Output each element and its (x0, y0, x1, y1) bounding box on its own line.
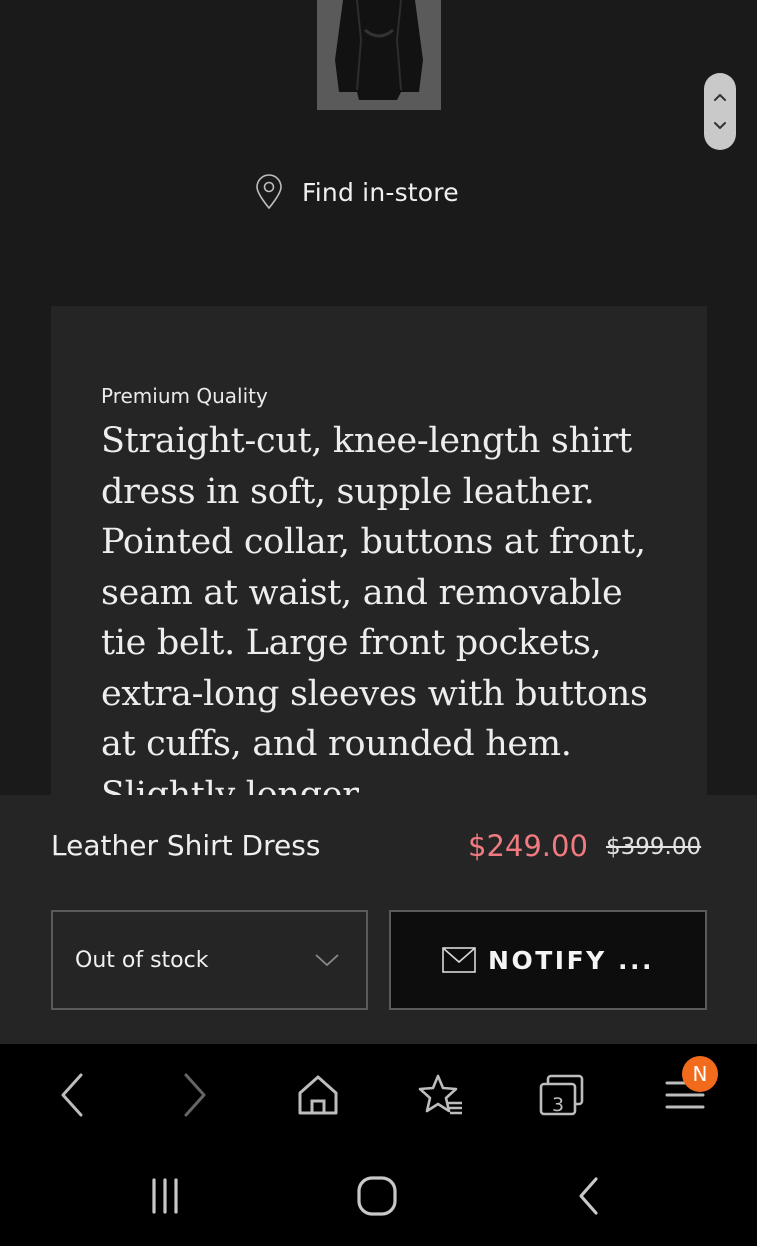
system-nav-bar (0, 1146, 757, 1246)
home-button[interactable] (278, 1044, 358, 1146)
size-select-value: Out of stock (75, 947, 209, 973)
chevron-down-icon[interactable] (713, 121, 727, 131)
product-name: Leather Shirt Dress (51, 829, 321, 862)
recent-apps-icon (152, 1178, 178, 1214)
menu-button[interactable] (645, 1044, 725, 1146)
recent-apps-button[interactable] (120, 1146, 210, 1246)
chevron-left-icon (61, 1073, 83, 1117)
dress-image (317, 0, 441, 110)
home-icon (298, 1075, 338, 1115)
forward-button[interactable] (155, 1044, 235, 1146)
tabs-count: 3 (551, 1094, 565, 1116)
menu-notification-badge: N (682, 1056, 718, 1092)
back-button[interactable] (32, 1044, 112, 1146)
nav-back-icon (579, 1177, 598, 1215)
system-back-button[interactable] (544, 1146, 634, 1246)
product-purchase-bar: Leather Shirt Dress $249.00 $399.00 Out … (0, 795, 757, 1045)
product-description: Straight-cut, knee-length shirt dress in… (101, 421, 648, 815)
description-card: Premium Quality Straight-cut, knee-lengt… (51, 306, 707, 826)
notify-button-label: NOTIFY ... (488, 945, 654, 975)
envelope-icon (442, 947, 476, 973)
chevron-up-icon[interactable] (713, 92, 727, 102)
chevron-down-icon (315, 954, 339, 966)
chevron-right-icon (184, 1073, 206, 1117)
product-thumbnail[interactable] (317, 0, 441, 110)
original-price: $399.00 (606, 834, 702, 860)
tabs-button[interactable]: 3 (522, 1044, 602, 1146)
find-in-store-label: Find in-store (302, 177, 459, 207)
size-select[interactable]: Out of stock (51, 910, 368, 1010)
location-pin-icon (256, 174, 282, 210)
page: Find in-store Premium Quality Straight-c… (0, 0, 757, 1246)
notify-button[interactable]: NOTIFY ... (389, 910, 707, 1010)
browser-toolbar: 3 (0, 1044, 757, 1146)
scroll-control[interactable] (704, 73, 736, 150)
bookmarks-button[interactable] (401, 1044, 481, 1146)
system-home-button[interactable] (332, 1146, 422, 1246)
sale-price: $249.00 (468, 829, 588, 863)
circle-home-icon (357, 1176, 397, 1216)
description-eyebrow: Premium Quality (101, 384, 268, 408)
find-in-store-link[interactable]: Find in-store (254, 173, 459, 211)
star-list-icon (418, 1074, 462, 1115)
